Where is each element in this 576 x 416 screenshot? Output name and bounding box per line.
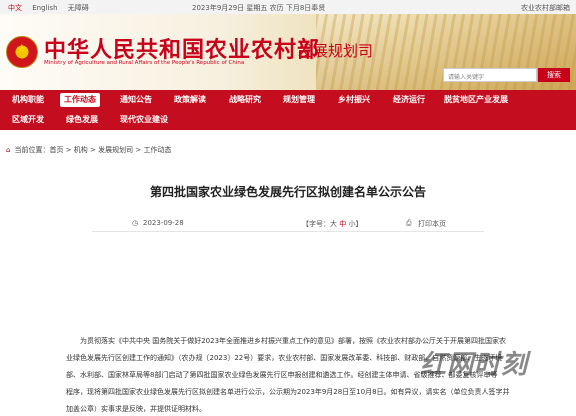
font-size-label: 【字号： [302,220,330,228]
date-text: 2023年9月29日 星期五 农历 下月8日奉贤 [192,4,326,12]
nav-item[interactable]: 区域开发 [8,113,48,127]
lang-zh-link[interactable]: 中文 [8,4,22,12]
site-banner: 中华人民共和国农业农村部 Ministry of Agriculture and… [0,14,576,90]
watermark-logo: 红网时刻 [420,344,528,381]
nav-row-2: 区域开发 绿色发展 现代农业建设 [0,110,576,130]
search-input[interactable]: 请输入关键字 [443,68,537,82]
breadcrumb-label: 当前位置： [14,146,50,154]
publish-date: 2023-09-28 [143,219,184,227]
watermark-main: 红网 [420,350,475,380]
font-size-medium[interactable]: 中 [339,220,346,228]
clock-icon: ◷ [132,219,139,227]
nav-item[interactable]: 通知公告 [116,93,156,107]
body-line: 加盖公章）实事求是反映，并提供证明材料。 [66,405,206,413]
nav-item[interactable]: 经济运行 [389,93,429,107]
font-size-end: 】 [355,220,363,228]
nav-item[interactable]: 机构职能 [8,93,48,107]
nav-item[interactable]: 政策解读 [170,93,210,107]
nav-item[interactable]: 绿色发展 [62,113,102,127]
department-name: 发展规划司 [298,42,374,60]
print-icon[interactable]: ⎙ [406,219,412,228]
nav-item-active[interactable]: 工作动态 [60,93,100,107]
breadcrumb: ⌂ 当前位置：首页 > 机构 > 发展规划司 > 工作动态 [6,146,172,154]
watermark-sub: 时刻 [474,350,529,380]
body-line: 程序，现将第四批国家农业绿色发展先行区拟创建名单进行公示，公示期为2023年9月… [66,388,510,396]
national-emblem-icon [6,36,38,68]
site-subtitle: Ministry of Agriculture and Rural Affair… [44,60,245,66]
breadcrumb-org[interactable]: 机构 [74,146,88,154]
breadcrumb-dept[interactable]: 发展规划司 [98,146,133,154]
nav-item[interactable]: 规划管理 [279,93,319,107]
lang-en-link[interactable]: English [32,4,57,12]
breadcrumb-current[interactable]: 工作动态 [143,146,171,154]
nav-item[interactable]: 乡村振兴 [334,93,374,107]
font-size-large[interactable]: 大 [330,220,337,228]
nav-row-1: 机构职能 工作动态 通知公告 政策解读 战略研究 规划管理 乡村振兴 经济运行 … [0,90,576,110]
search-button[interactable]: 搜索 [538,68,570,82]
nav-item[interactable]: 战略研究 [225,93,265,107]
mail-link[interactable]: 农业农村部邮箱 [521,3,570,13]
nav-item[interactable]: 脱贫地区产业发展 [440,93,512,107]
print-link[interactable]: 打印本页 [418,219,446,229]
language-switcher: 中文 English 无障碍 [8,3,97,13]
font-size-control: 【字号：大 中 小】 [302,219,362,229]
article-title: 第四批国家农业绿色发展先行区拟创建名单公示公告 [149,185,426,199]
nav-item[interactable]: 现代农业建设 [116,113,172,127]
divider [92,231,484,232]
top-utility-bar: 中文 English 无障碍 2023年9月29日 星期五 农历 下月8日奉贤 … [0,0,576,14]
breadcrumb-home[interactable]: 首页 [49,146,63,154]
main-nav: 机构职能 工作动态 通知公告 政策解读 战略研究 规划管理 乡村振兴 经济运行 … [0,90,576,130]
accessible-link[interactable]: 无障碍 [68,4,89,12]
home-icon: ⌂ [6,146,11,154]
